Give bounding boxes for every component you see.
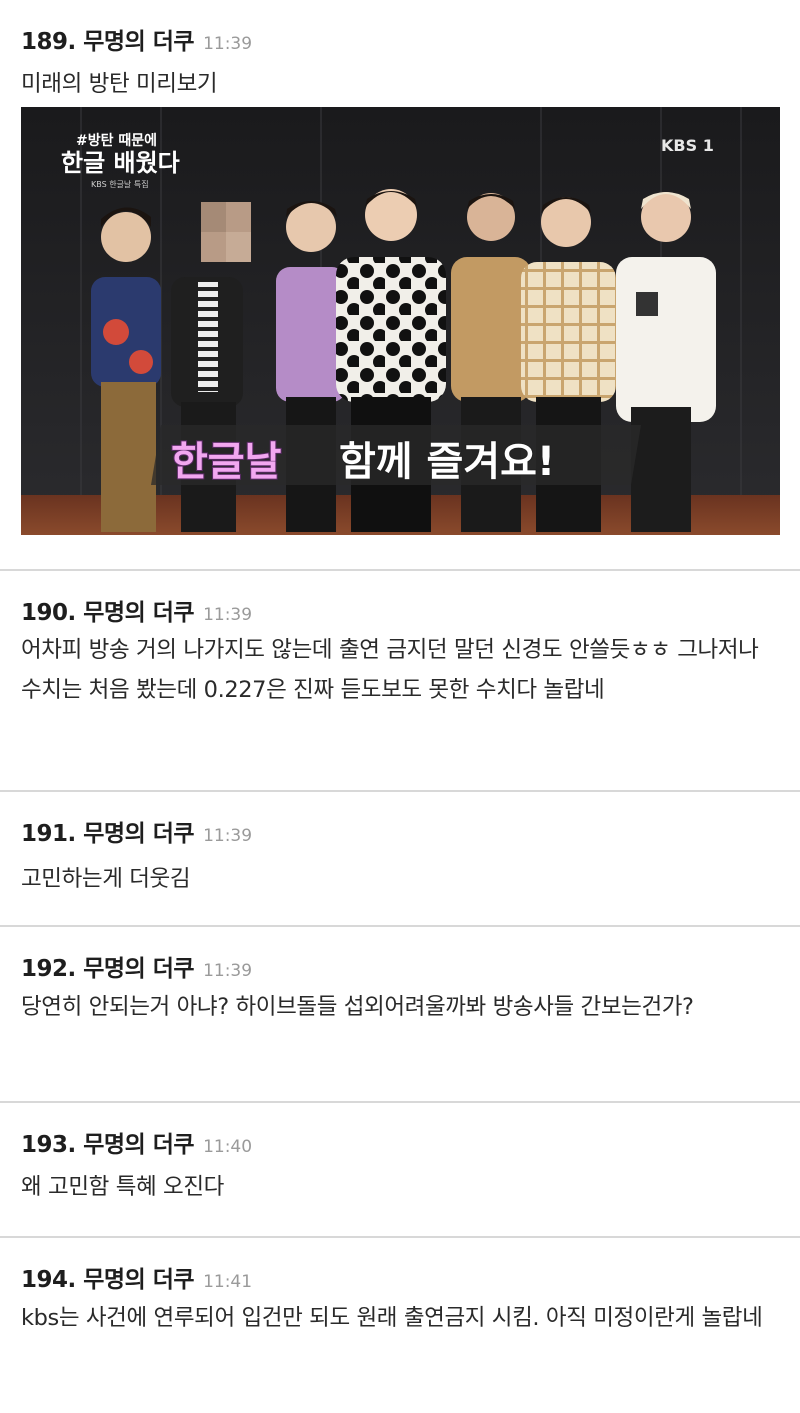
banner-sub: KBS 한글날 특집 xyxy=(91,179,149,189)
comment-time: 11:39 xyxy=(203,961,253,981)
comment-thread: 189. 무명의 더쿠 11:39 미래의 방탄 미리보기 #방탄 때문에 한글… xyxy=(0,0,800,1413)
comment-header: 192. 무명의 더쿠 11:39 xyxy=(21,949,252,983)
comment-author[interactable]: 193. 무명의 더쿠 xyxy=(21,1125,195,1159)
caption-white: 함께 즐겨요! xyxy=(339,439,555,485)
comment-author[interactable]: 194. 무명의 더쿠 xyxy=(21,1260,195,1294)
comment-text: 미래의 방탄 미리보기 xyxy=(21,71,218,97)
caption-pink: 한글날 xyxy=(171,439,282,485)
comment-header: 191. 무명의 더쿠 11:39 xyxy=(21,814,252,848)
comment-time: 11:39 xyxy=(203,826,253,846)
comment-194: 194. 무명의 더쿠 11:41 kbs는 사건에 연루되어 입건만 되도 원… xyxy=(0,1238,800,1413)
comment-time: 11:39 xyxy=(203,605,253,625)
comment-time: 11:39 xyxy=(203,34,253,54)
comment-time: 11:40 xyxy=(203,1137,253,1157)
comment-time: 11:41 xyxy=(203,1272,253,1292)
comment-author[interactable]: 190. 무명의 더쿠 xyxy=(21,593,195,627)
caption-banner: 한글날 함께 즐겨요! xyxy=(151,425,641,486)
comment-193: 193. 무명의 더쿠 11:40 왜 고민함 특혜 오진다 xyxy=(0,1103,800,1238)
comment-header: 193. 무명의 더쿠 11:40 xyxy=(21,1125,252,1159)
comment-text: 왜 고민함 특혜 오진다 xyxy=(21,1174,224,1200)
comment-192: 192. 무명의 더쿠 11:39 당연히 안되는거 아냐? 하이브돌들 섭외어… xyxy=(0,927,800,1103)
channel-logo: KBS 1 xyxy=(661,136,714,155)
comment-text: 어차피 방송 거의 나가지도 않는데 출연 금지던 말던 신경도 안쓸듯ㅎㅎ 그… xyxy=(21,637,759,703)
comment-author[interactable]: 189. 무명의 더쿠 xyxy=(21,22,195,56)
comment-189: 189. 무명의 더쿠 11:39 미래의 방탄 미리보기 #방탄 때문에 한글… xyxy=(0,0,800,571)
comment-header: 189. 무명의 더쿠 11:39 xyxy=(21,22,252,56)
comment-header: 194. 무명의 더쿠 11:41 xyxy=(21,1260,252,1294)
comment-text: 당연히 안되는거 아냐? 하이브돌들 섭외어려울까봐 방송사들 간보는건가? xyxy=(21,994,694,1020)
comment-191: 191. 무명의 더쿠 11:39 고민하는게 더웃김 xyxy=(0,792,800,927)
comment-author[interactable]: 191. 무명의 더쿠 xyxy=(21,814,195,848)
banner-line1: #방탄 때문에 xyxy=(76,132,157,149)
embedded-video-still[interactable]: #방탄 때문에 한글 배웠다 KBS 한글날 특집 KBS 1 한글날 함께 즐… xyxy=(21,107,780,535)
comment-author[interactable]: 192. 무명의 더쿠 xyxy=(21,949,195,983)
comment-text: 고민하는게 더웃김 xyxy=(21,866,191,892)
banner-line2: 한글 배웠다 xyxy=(61,149,180,177)
comment-190: 190. 무명의 더쿠 11:39 어차피 방송 거의 나가지도 않는데 출연 … xyxy=(0,571,800,792)
comment-text: kbs는 사건에 연루되어 입건만 되도 원래 출연금지 시킴. 아직 미정이란… xyxy=(21,1305,763,1331)
comment-header: 190. 무명의 더쿠 11:39 xyxy=(21,593,252,627)
